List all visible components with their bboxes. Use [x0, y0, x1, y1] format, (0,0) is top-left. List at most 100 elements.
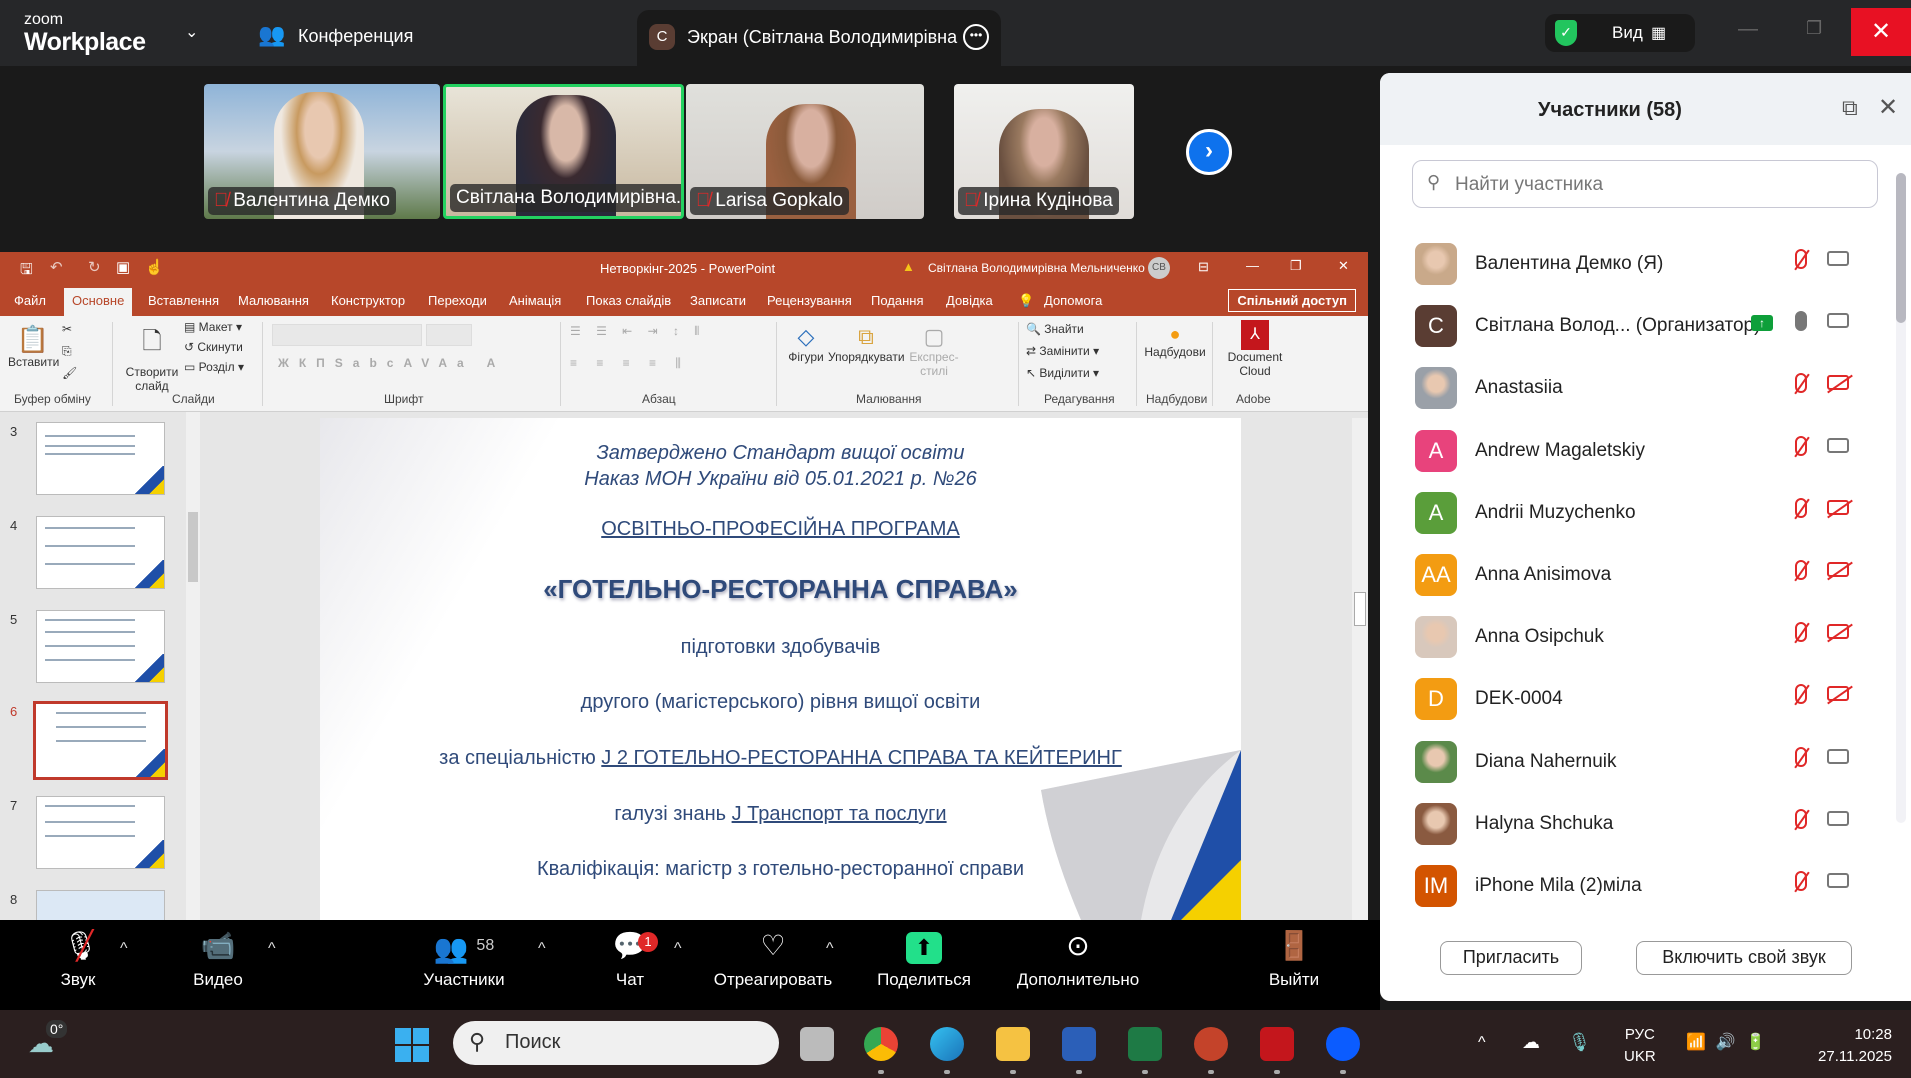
- next-videos-button[interactable]: ›: [1186, 129, 1232, 175]
- format-painter-icon[interactable]: 🖌: [62, 366, 77, 380]
- pop-out-icon[interactable]: ⧉: [1842, 95, 1858, 121]
- mic-muted-icon[interactable]: [1795, 871, 1807, 897]
- camera-icon[interactable]: [1827, 810, 1849, 826]
- tab-home[interactable]: Основне: [64, 288, 133, 316]
- slide-canvas[interactable]: Затверджено Стандарт вищої освіти Наказ …: [320, 418, 1241, 920]
- participants-options-caret[interactable]: ^: [538, 940, 546, 958]
- audio-button[interactable]: 🎙╱ Звук: [50, 920, 106, 1010]
- paste-button[interactable]: 📋 Вставити: [8, 324, 59, 369]
- zoom-app-icon[interactable]: [1326, 1027, 1360, 1061]
- share-button[interactable]: Спільний доступ: [1228, 289, 1356, 312]
- view-button[interactable]: ✓ Вид ▦: [1545, 14, 1695, 52]
- list-buttons[interactable]: ☰ ☰ ⇤ ⇥ ↕ ⫴: [570, 324, 705, 339]
- slide-thumbnail[interactable]: [36, 422, 165, 495]
- mic-muted-icon[interactable]: [1795, 684, 1807, 710]
- find-button[interactable]: 🔍 Знайти: [1026, 322, 1084, 336]
- redo-icon[interactable]: ↻: [88, 258, 101, 276]
- replace-button[interactable]: ⇄ Замінити ▾: [1026, 344, 1099, 358]
- participant-row[interactable]: A Andrew Magaletskiy: [1415, 429, 1855, 492]
- maximize-icon[interactable]: ❐: [1290, 258, 1302, 274]
- slide-thumbnail[interactable]: [36, 796, 165, 869]
- slide-thumbnail[interactable]: [36, 610, 165, 683]
- tab-view[interactable]: Подання: [871, 293, 924, 308]
- tab-animations[interactable]: Анімація: [509, 293, 561, 308]
- language-indicator[interactable]: РУС UKR: [1624, 1024, 1656, 1068]
- camera-icon[interactable]: [1827, 873, 1849, 888]
- camera-off-icon[interactable]: [1827, 499, 1849, 515]
- chrome-icon[interactable]: [864, 1027, 898, 1061]
- taskbar-search[interactable]: ⚲ Поиск: [453, 1021, 779, 1065]
- invite-button[interactable]: Пригласить: [1440, 941, 1582, 975]
- slide-scrollbar[interactable]: [1352, 418, 1368, 920]
- participant-search-input[interactable]: ⚲ Найти участника: [1412, 160, 1878, 208]
- mic-muted-icon[interactable]: [1795, 373, 1807, 399]
- camera-icon[interactable]: [1827, 251, 1849, 266]
- camera-off-icon[interactable]: [1827, 562, 1849, 577]
- participant-row[interactable]: Anna Osipchuk: [1415, 616, 1855, 678]
- mic-in-use-icon[interactable]: 🎙: [1568, 1032, 1591, 1053]
- mic-muted-icon[interactable]: [1795, 560, 1807, 586]
- minimize-icon[interactable]: —: [1738, 18, 1758, 41]
- participant-row[interactable]: Валентина Демко (Я): [1415, 243, 1855, 305]
- close-window-button[interactable]: ✕: [1851, 8, 1911, 56]
- camera-icon[interactable]: [1827, 748, 1849, 764]
- excel-icon[interactable]: [1128, 1027, 1162, 1061]
- font-size-dropdown[interactable]: [426, 324, 472, 346]
- screen-share-tab[interactable]: С Экран (Світлана Володимирівна •••: [637, 10, 1001, 66]
- cut-icon[interactable]: ✂: [62, 322, 72, 336]
- thumbnails-scrollbar[interactable]: [186, 412, 200, 920]
- participant-row[interactable]: A Andrii Muzychenko: [1415, 491, 1855, 554]
- edge-icon[interactable]: [930, 1027, 964, 1061]
- align-buttons[interactable]: ≡ ≡ ≡ ≡ ⫼: [570, 356, 689, 371]
- quick-styles-button[interactable]: ▢ Експрес-стилі: [906, 324, 962, 378]
- mic-muted-icon[interactable]: [1795, 435, 1807, 462]
- video-options-caret[interactable]: ^: [268, 940, 276, 958]
- close-icon[interactable]: ✕: [1338, 258, 1349, 274]
- slide-thumbnail[interactable]: [36, 516, 165, 589]
- mic-muted-icon[interactable]: [1795, 746, 1807, 773]
- video-tile[interactable]: 🎙̸ Валентина Демко: [204, 84, 440, 219]
- mic-muted-icon[interactable]: [1795, 497, 1807, 524]
- tab-draw[interactable]: Малювання: [238, 293, 309, 308]
- mic-muted-icon[interactable]: [1795, 622, 1807, 648]
- user-avatar[interactable]: СВ: [1148, 257, 1170, 279]
- audio-options-caret[interactable]: ^: [120, 940, 128, 958]
- participant-row[interactable]: Halyna Shchuka: [1415, 802, 1855, 865]
- camera-off-icon[interactable]: [1827, 375, 1849, 391]
- chat-options-caret[interactable]: ^: [674, 940, 682, 958]
- font-format-buttons[interactable]: ЖКПSabcAVAa A: [278, 356, 505, 370]
- restore-icon[interactable]: ❐: [1806, 18, 1822, 39]
- layout-button[interactable]: ▤ Макет ▾: [184, 320, 242, 334]
- copy-icon[interactable]: ⎘: [62, 344, 72, 359]
- tab-tell-me[interactable]: Допомога: [1044, 293, 1102, 308]
- slide-thumbnail-selected[interactable]: [33, 701, 168, 780]
- reset-button[interactable]: ↺ Скинути: [184, 340, 243, 354]
- share-screen-button[interactable]: ⬆ Поделиться: [872, 920, 976, 1010]
- participant-row[interactable]: Diana Nahernuik: [1415, 740, 1855, 803]
- undo-icon[interactable]: ↶: [50, 258, 63, 276]
- mic-muted-icon[interactable]: [1795, 249, 1807, 275]
- word-icon[interactable]: [1062, 1027, 1096, 1061]
- onedrive-icon[interactable]: ☁: [1522, 1032, 1540, 1053]
- camera-off-icon[interactable]: [1827, 624, 1849, 640]
- react-options-caret[interactable]: ^: [826, 940, 834, 958]
- participant-row[interactable]: D DEK-0004: [1415, 678, 1855, 740]
- clock[interactable]: 10:28 27.11.2025: [1808, 1024, 1892, 1068]
- participant-row[interactable]: Anastasiia: [1415, 367, 1855, 429]
- task-view-icon[interactable]: [800, 1027, 834, 1061]
- camera-icon[interactable]: [1827, 313, 1849, 329]
- save-icon[interactable]: 🖫: [20, 259, 33, 284]
- addins-button[interactable]: ● Надбудови: [1144, 324, 1206, 359]
- video-tile[interactable]: 🎙̸ Ірина Кудінова: [954, 84, 1134, 219]
- leave-button[interactable]: 🚪 Выйти: [1262, 920, 1326, 1010]
- touch-mode-icon[interactable]: ☝: [145, 258, 164, 276]
- video-button[interactable]: 📹 Видео: [186, 920, 250, 1010]
- document-cloud-button[interactable]: ⅄ Document Cloud: [1220, 320, 1290, 378]
- participants-button[interactable]: 👥 58 Участники: [416, 920, 512, 1010]
- section-button[interactable]: ▭ Розділ ▾: [184, 360, 244, 374]
- video-tile[interactable]: 🎙̸ Larisa Gopkalo: [686, 84, 924, 219]
- ribbon-display-icon[interactable]: ⊟: [1198, 259, 1209, 275]
- react-button[interactable]: ♡ Отреагировать: [706, 920, 840, 1010]
- tab-file[interactable]: Файл: [14, 293, 46, 308]
- network-volume-battery-icons[interactable]: 📶🔊🔋: [1686, 1032, 1776, 1052]
